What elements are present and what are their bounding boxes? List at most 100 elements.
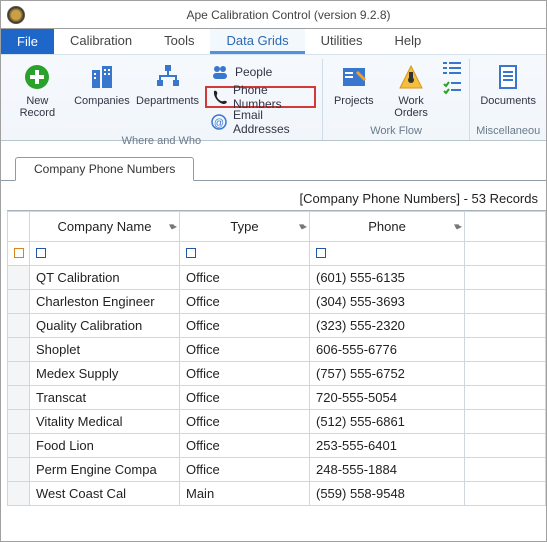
cell-type[interactable]: Main bbox=[180, 482, 310, 506]
checklist-small-icon[interactable] bbox=[443, 81, 463, 98]
cell-company-name[interactable]: Medex Supply bbox=[30, 362, 180, 386]
table-row[interactable]: Perm Engine CompaOffice248-555-1884 bbox=[8, 458, 546, 482]
cell-type[interactable]: Office bbox=[180, 266, 310, 290]
email-icon: @ bbox=[211, 113, 227, 131]
work-orders-button[interactable]: Work Orders bbox=[383, 59, 440, 121]
projects-button[interactable]: Projects bbox=[327, 59, 381, 109]
document-tab[interactable]: Company Phone Numbers bbox=[15, 157, 194, 181]
column-header-company-name[interactable]: Company Name▾▸ bbox=[30, 212, 180, 242]
row-selector[interactable] bbox=[8, 314, 30, 338]
cell-type[interactable]: Office bbox=[180, 386, 310, 410]
table-row[interactable]: Medex SupplyOffice(757) 555-6752 bbox=[8, 362, 546, 386]
file-menu[interactable]: File bbox=[1, 29, 54, 54]
cell-company-name[interactable]: Vitality Medical bbox=[30, 410, 180, 434]
cell-company-name[interactable]: Perm Engine Compa bbox=[30, 458, 180, 482]
cell-type[interactable]: Office bbox=[180, 458, 310, 482]
table-row[interactable]: Food LionOffice253-555-6401 bbox=[8, 434, 546, 458]
cell-type[interactable]: Office bbox=[180, 434, 310, 458]
cell-type[interactable]: Office bbox=[180, 290, 310, 314]
table-row[interactable]: QT CalibrationOffice(601) 555-6135 bbox=[8, 266, 546, 290]
row-selector[interactable] bbox=[8, 266, 30, 290]
cell-phone[interactable]: 253-555-6401 bbox=[310, 434, 465, 458]
cell-empty bbox=[465, 338, 546, 362]
column-header-row[interactable]: Company Name▾▸ Type▾▸ Phone▾▸ bbox=[8, 212, 546, 242]
filter-type[interactable] bbox=[180, 242, 310, 266]
column-header-phone[interactable]: Phone▾▸ bbox=[310, 212, 465, 242]
row-selector[interactable] bbox=[8, 338, 30, 362]
menu-bar: File Calibration Tools Data Grids Utilit… bbox=[1, 29, 546, 55]
sort-icon[interactable]: ▾▸ bbox=[169, 221, 175, 232]
cell-phone[interactable]: 720-555-5054 bbox=[310, 386, 465, 410]
filter-row[interactable] bbox=[8, 242, 546, 266]
group-where-label: Where and Who bbox=[5, 135, 318, 148]
cell-empty bbox=[465, 482, 546, 506]
filter-company-name[interactable] bbox=[30, 242, 180, 266]
table-row[interactable]: West Coast CalMain(559) 558-9548 bbox=[8, 482, 546, 506]
cell-phone[interactable]: (559) 558-9548 bbox=[310, 482, 465, 506]
table-row[interactable]: ShopletOffice606-555-6776 bbox=[8, 338, 546, 362]
cell-company-name[interactable]: Food Lion bbox=[30, 434, 180, 458]
svg-text:@: @ bbox=[214, 118, 224, 129]
cell-empty bbox=[465, 362, 546, 386]
cell-type[interactable]: Office bbox=[180, 338, 310, 362]
cell-phone[interactable]: (304) 555-3693 bbox=[310, 290, 465, 314]
cell-company-name[interactable]: Quality Calibration bbox=[30, 314, 180, 338]
cell-phone[interactable]: (323) 555-2320 bbox=[310, 314, 465, 338]
row-selector[interactable] bbox=[8, 482, 30, 506]
table-row[interactable]: Quality CalibrationOffice(323) 555-2320 bbox=[8, 314, 546, 338]
cell-company-name[interactable]: Transcat bbox=[30, 386, 180, 410]
companies-label: Companies bbox=[74, 95, 130, 107]
departments-button[interactable]: Departments bbox=[134, 59, 201, 109]
tab-tools[interactable]: Tools bbox=[148, 29, 210, 54]
ribbon: New Record Companies Departments bbox=[1, 55, 546, 141]
row-selector[interactable] bbox=[8, 434, 30, 458]
data-grid[interactable]: Company Name▾▸ Type▾▸ Phone▾▸ QT Calibra… bbox=[7, 211, 546, 506]
row-selector[interactable] bbox=[8, 362, 30, 386]
sort-icon[interactable]: ▾▸ bbox=[299, 221, 305, 232]
cell-company-name[interactable]: West Coast Cal bbox=[30, 482, 180, 506]
table-row[interactable]: TranscatOffice720-555-5054 bbox=[8, 386, 546, 410]
tab-data-grids[interactable]: Data Grids bbox=[210, 29, 304, 54]
cell-company-name[interactable]: Shoplet bbox=[30, 338, 180, 362]
record-summary: [Company Phone Numbers] - 53 Records bbox=[7, 187, 546, 210]
window-title: Ape Calibration Control (version 9.2.8) bbox=[31, 8, 546, 22]
row-selector[interactable] bbox=[8, 410, 30, 434]
filter-box-icon bbox=[14, 248, 24, 258]
cell-company-name[interactable]: QT Calibration bbox=[30, 266, 180, 290]
row-selector[interactable] bbox=[8, 290, 30, 314]
new-record-button[interactable]: New Record bbox=[5, 59, 70, 121]
cell-type[interactable]: Office bbox=[180, 362, 310, 386]
column-header-empty bbox=[465, 212, 546, 242]
cell-type[interactable]: Office bbox=[180, 314, 310, 338]
filter-selector[interactable] bbox=[8, 242, 30, 266]
people-icon bbox=[211, 63, 229, 81]
documents-button[interactable]: Documents bbox=[474, 59, 542, 109]
select-all-header[interactable] bbox=[8, 212, 30, 242]
companies-button[interactable]: Companies bbox=[72, 59, 132, 109]
column-header-type[interactable]: Type▾▸ bbox=[180, 212, 310, 242]
tab-help[interactable]: Help bbox=[379, 29, 438, 54]
tab-calibration[interactable]: Calibration bbox=[54, 29, 148, 54]
filter-empty bbox=[465, 242, 546, 266]
cell-phone[interactable]: (512) 555-6861 bbox=[310, 410, 465, 434]
tab-utilities[interactable]: Utilities bbox=[305, 29, 379, 54]
filter-phone[interactable] bbox=[310, 242, 465, 266]
cell-type[interactable]: Office bbox=[180, 410, 310, 434]
email-addresses-button[interactable]: @ Email Addresses bbox=[205, 111, 316, 133]
documents-label: Documents bbox=[480, 95, 536, 107]
table-row[interactable]: Vitality MedicalOffice(512) 555-6861 bbox=[8, 410, 546, 434]
sort-icon[interactable]: ▾▸ bbox=[454, 221, 460, 232]
people-button[interactable]: People bbox=[205, 61, 316, 83]
cell-company-name[interactable]: Charleston Engineer bbox=[30, 290, 180, 314]
filter-box-icon bbox=[316, 248, 326, 258]
cell-phone[interactable]: 606-555-6776 bbox=[310, 338, 465, 362]
row-selector[interactable] bbox=[8, 386, 30, 410]
cell-phone[interactable]: (601) 555-6135 bbox=[310, 266, 465, 290]
list-small-icon[interactable] bbox=[443, 61, 463, 78]
cell-phone[interactable]: 248-555-1884 bbox=[310, 458, 465, 482]
phone-numbers-button[interactable]: Phone Numbers bbox=[205, 86, 316, 108]
cell-phone[interactable]: (757) 555-6752 bbox=[310, 362, 465, 386]
row-selector[interactable] bbox=[8, 458, 30, 482]
table-row[interactable]: Charleston EngineerOffice(304) 555-3693 bbox=[8, 290, 546, 314]
work-orders-label: Work Orders bbox=[389, 95, 434, 119]
